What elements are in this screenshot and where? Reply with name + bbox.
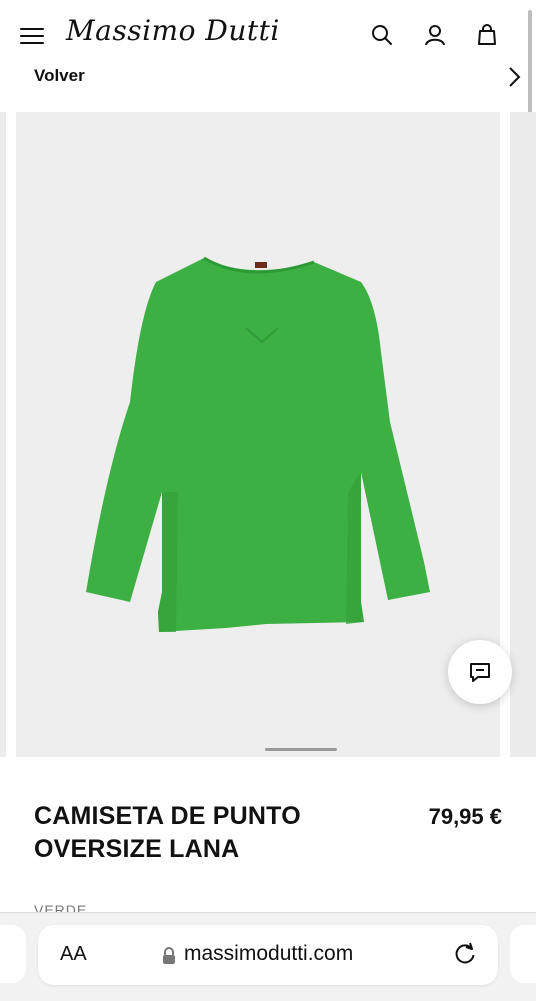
user-icon[interactable]	[420, 20, 450, 50]
url-text: massimodutti.com	[184, 942, 354, 965]
back-link[interactable]: Volver	[34, 66, 85, 86]
chevron-right-icon[interactable]	[504, 64, 524, 90]
product-image[interactable]	[16, 112, 500, 757]
lock-icon	[162, 947, 176, 970]
next-image-peek[interactable]	[510, 112, 536, 757]
previous-image-peek[interactable]	[0, 112, 6, 757]
green-knit-sweater-image	[86, 256, 430, 632]
text-size-button[interactable]: AA	[60, 943, 87, 966]
shopping-bag-icon[interactable]	[472, 20, 502, 50]
next-tab[interactable]	[510, 925, 536, 983]
search-icon[interactable]	[367, 20, 397, 50]
product-price: 79,95 €	[428, 804, 502, 829]
chat-button[interactable]	[448, 640, 512, 704]
chat-bubble-icon	[470, 663, 490, 682]
brand-logo[interactable]: Massimo Dutti	[66, 14, 280, 47]
address-bar[interactable]: AA massimodutti.com	[38, 925, 498, 985]
browser-toolbar: AA massimodutti.com	[0, 912, 536, 1001]
hamburger-menu-icon[interactable]	[20, 24, 46, 46]
previous-tab[interactable]	[0, 925, 26, 983]
product-title: CAMISETA DE PUNTO OVERSIZE LANA	[34, 802, 301, 863]
gallery-pager	[265, 748, 337, 751]
reload-icon[interactable]	[452, 941, 478, 972]
site-header: Massimo Dutti Volver	[0, 0, 536, 112]
